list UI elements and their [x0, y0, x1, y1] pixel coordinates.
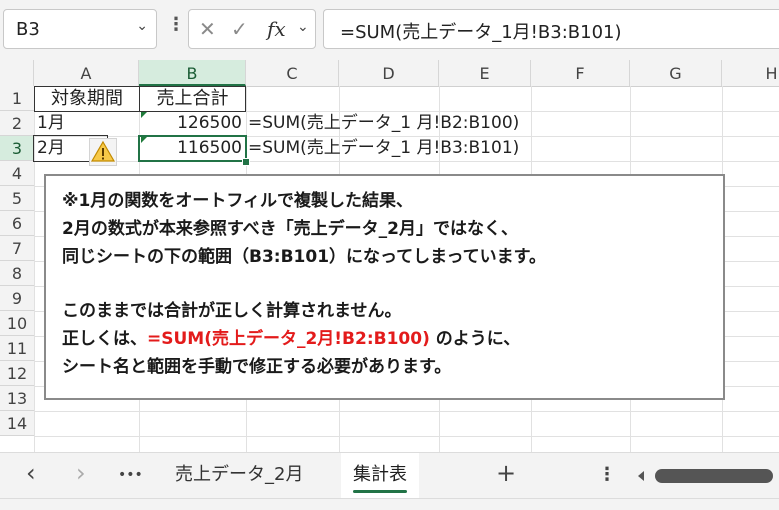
cell-b2[interactable]: 126500: [140, 111, 242, 136]
row-header-1[interactable]: 1: [0, 86, 34, 111]
row-header-3[interactable]: 3: [0, 136, 34, 161]
column-header-f[interactable]: F: [531, 60, 630, 86]
column-header-e[interactable]: E: [439, 60, 531, 86]
add-sheet-icon[interactable]: +: [496, 459, 516, 487]
column-header-d[interactable]: D: [339, 60, 439, 86]
name-box[interactable]: B3 ⌄: [3, 9, 157, 49]
note-line-5-prefix: 正しくは、: [62, 329, 147, 349]
scroll-left-icon[interactable]: [635, 470, 647, 482]
column-headers: A B C D E F G H: [0, 60, 779, 87]
sheet-tab-bar: ‹ › ••• 売上データ_2月 集計表 + ⋮: [0, 452, 779, 499]
tab-summary-label: 集計表: [353, 464, 407, 485]
name-box-chevron-icon[interactable]: ⌄: [136, 18, 148, 34]
note-line-6: シート名と範囲を手動で修正する必要があります。: [62, 357, 452, 377]
column-header-h[interactable]: H: [722, 60, 779, 86]
column-header-a[interactable]: A: [34, 60, 139, 86]
cell-b1[interactable]: 売上合計: [139, 86, 246, 112]
formula-controls: ✕ ✓ fx ⌄: [188, 9, 316, 49]
fill-handle[interactable]: [242, 158, 250, 166]
tab-sales-data-feb[interactable]: 売上データ_2月: [163, 453, 315, 499]
explanation-note: ※1月の関数をオートフィルで複製した結果、 2月の数式が本来参照すべき「売上デー…: [44, 174, 725, 400]
row-header-4[interactable]: 4: [0, 161, 34, 186]
row-header-5[interactable]: 5: [0, 186, 34, 211]
note-line-2: 2月の数式が本来参照すべき「売上データ_2月」ではなく、: [62, 219, 518, 239]
gridline: [34, 411, 779, 412]
row-header-8[interactable]: 8: [0, 261, 34, 286]
formula-input[interactable]: =SUM(売上データ_1月!B3:B101): [323, 9, 779, 49]
cell-a1[interactable]: 対象期間: [34, 86, 140, 112]
cell-c2[interactable]: =SUM(売上データ_1 月!B2:B100): [248, 111, 519, 136]
cancel-icon[interactable]: ✕: [199, 17, 216, 41]
note-line-3: 同じシートの下の範囲（B3:B101）になってしまっています。: [62, 247, 546, 267]
select-all-corner[interactable]: [0, 60, 34, 86]
row-header-11[interactable]: 11: [0, 336, 34, 361]
note-line-4: このままでは合計が正しく計算されません。: [62, 301, 402, 321]
row-header-9[interactable]: 9: [0, 286, 34, 311]
note-line-1: ※1月の関数をオートフィルで複製した結果、: [62, 191, 414, 211]
cell-a2[interactable]: 1月: [37, 111, 65, 136]
formula-bar: B3 ⌄ ⋮ ✕ ✓ fx ⌄ =SUM(売上データ_1月!B3:B101): [0, 0, 779, 60]
cell-c3[interactable]: =SUM(売上データ_1 月!B3:B101): [248, 136, 519, 161]
formula-text: =SUM(売上データ_1月!B3:B101): [340, 22, 622, 43]
fx-chevron-icon[interactable]: ⌄: [297, 19, 309, 35]
error-indicator-icon: [141, 112, 147, 118]
row-header-7[interactable]: 7: [0, 236, 34, 261]
next-sheet-icon[interactable]: ›: [76, 459, 86, 487]
note-line-5-suffix: のように、: [429, 329, 521, 349]
active-tab-underline: [353, 490, 407, 493]
error-warning-button[interactable]: [89, 138, 117, 166]
row-header-6[interactable]: 6: [0, 211, 34, 236]
horizontal-scrollbar[interactable]: [655, 469, 773, 483]
gridline: [34, 436, 779, 437]
prev-sheet-icon[interactable]: ‹: [26, 459, 36, 487]
status-bar: [0, 498, 779, 510]
more-sheets-icon[interactable]: •••: [118, 467, 143, 483]
note-line-5: 正しくは、=SUM(売上データ_2月!B2:B100) のように、: [62, 324, 520, 349]
row-header-2[interactable]: 2: [0, 111, 34, 136]
sheet-options-icon[interactable]: ⋮: [598, 464, 616, 485]
tab-summary[interactable]: 集計表: [341, 453, 419, 499]
warning-icon: [90, 140, 116, 162]
column-header-c[interactable]: C: [246, 60, 339, 86]
name-box-value: B3: [16, 19, 40, 40]
column-header-g[interactable]: G: [630, 60, 722, 86]
row-header-12[interactable]: 12: [0, 361, 34, 386]
row-header-10[interactable]: 10: [0, 311, 34, 336]
row-header-14[interactable]: 14: [0, 411, 34, 436]
enter-icon[interactable]: ✓: [231, 17, 248, 41]
insert-function-icon[interactable]: fx: [267, 17, 286, 41]
more-options-icon[interactable]: ⋮: [167, 14, 185, 35]
row-header-13[interactable]: 13: [0, 386, 34, 411]
column-header-b[interactable]: B: [139, 60, 246, 86]
note-correct-formula: =SUM(売上データ_2月!B2:B100): [147, 329, 430, 349]
active-cell-selection: [138, 135, 247, 162]
